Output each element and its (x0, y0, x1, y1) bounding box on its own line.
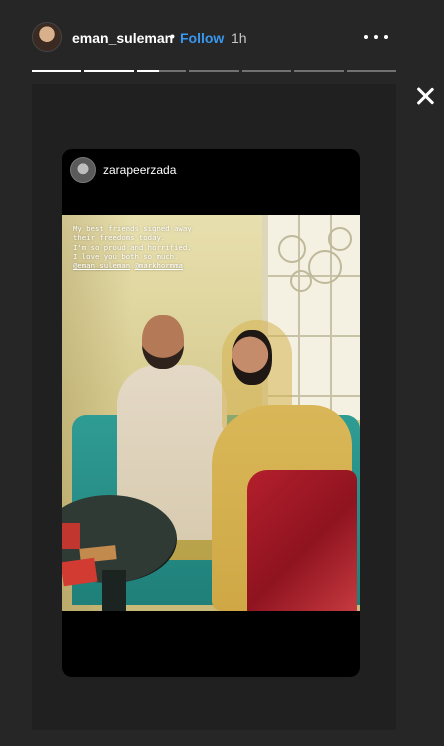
man-head (142, 315, 184, 369)
reshared-user-avatar[interactable] (70, 157, 96, 183)
progress-segment (294, 70, 344, 72)
user-avatar[interactable] (32, 22, 62, 52)
story-caption: My best friends signed away their freedo… (73, 224, 192, 270)
story-progress-bar (32, 70, 396, 72)
reshared-post-card[interactable]: zarapeerzada My best friends signed away… (62, 149, 360, 677)
progress-fill (32, 70, 82, 72)
mention-link[interactable]: @eman_suleman (73, 261, 130, 270)
caption-line: My best friends signed away (73, 224, 192, 233)
post-photo: My best friends signed away their freedo… (62, 215, 360, 611)
progress-segment (241, 70, 292, 72)
progress-fill (136, 70, 160, 72)
red-dupatta (247, 470, 357, 611)
post-time: 1h (231, 30, 247, 46)
username[interactable]: eman_suleman (72, 30, 173, 46)
separator-dot: • (170, 28, 175, 44)
story-header: eman_suleman • Follow 1h (0, 0, 444, 70)
progress-segment (32, 70, 82, 72)
progress-segment (136, 70, 187, 72)
progress-segment (346, 70, 396, 72)
progress-segment (189, 70, 239, 72)
progress-fill (84, 70, 134, 72)
progress-segment (84, 70, 134, 72)
red-object (62, 557, 98, 587)
more-horizontal-icon[interactable] (362, 26, 390, 48)
caption-line: I love you both so much. (73, 251, 179, 261)
caption-line: their freedoms today. (73, 233, 166, 243)
follow-button[interactable]: Follow (180, 30, 224, 46)
woman-head (232, 330, 272, 385)
table-leg (102, 570, 126, 611)
red-box (62, 523, 80, 549)
mention-link[interactable]: @markhormma (135, 261, 183, 270)
caption-line: I'm so proud and horrified. (73, 242, 192, 252)
close-icon[interactable] (413, 84, 437, 108)
reshared-username[interactable]: zarapeerzada (103, 163, 176, 177)
